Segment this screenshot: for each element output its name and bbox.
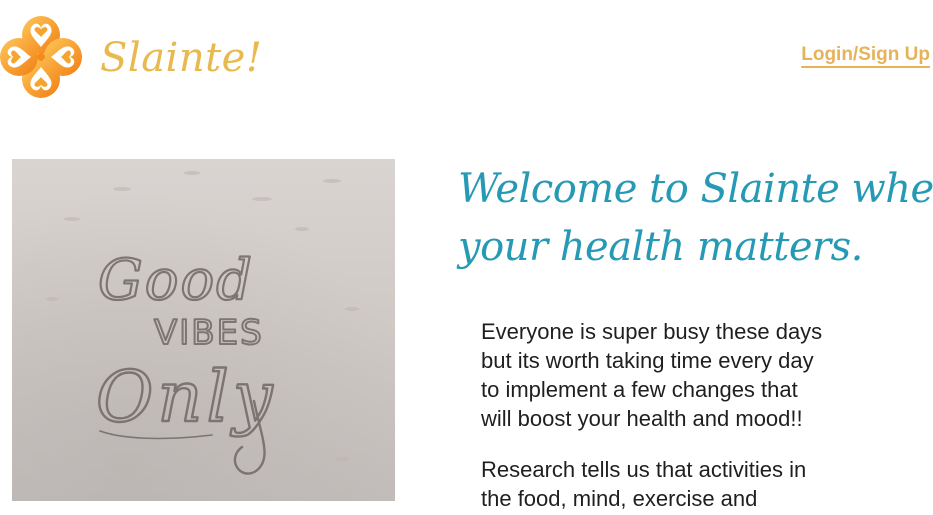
page: Slainte! Login/Sign Up Good VIBES Only W… (0, 0, 933, 515)
sand-word-vibes: VIBES (154, 313, 264, 353)
hero-sand-image: Good VIBES Only (12, 159, 395, 501)
intro-paragraph-1: Everyone is super busy these days but it… (481, 317, 901, 433)
site-header: Slainte! Login/Sign Up (0, 0, 933, 110)
clover-heart-logo-icon[interactable] (0, 14, 82, 100)
intro-paragraph-2-line: Research tells us that activities in (481, 457, 807, 482)
sand-word-only: Only (96, 356, 276, 438)
intro-paragraph-1-line: to implement a few changes that (481, 377, 798, 402)
brand-name[interactable]: Slainte! (100, 28, 262, 88)
intro-paragraph-1-line: will boost your health and mood!! (481, 406, 803, 431)
welcome-heading: Welcome to Slainte where your health mat… (458, 160, 933, 276)
welcome-heading-line-1: Welcome to Slainte where (458, 166, 933, 212)
login-signup-link[interactable]: Login/Sign Up (801, 44, 930, 66)
intro-copy: Everyone is super busy these days but it… (481, 317, 901, 515)
intro-paragraph-2-line: the food, mind, exercise and (481, 486, 758, 511)
welcome-heading-line-2: your health matters. (458, 224, 863, 270)
intro-paragraph-1-line: but its worth taking time every day (481, 348, 814, 373)
intro-paragraph-1-line: Everyone is super busy these days (481, 319, 823, 344)
sand-word-good: Good (98, 248, 254, 313)
intro-paragraph-2: Research tells us that activities in the… (481, 455, 901, 513)
